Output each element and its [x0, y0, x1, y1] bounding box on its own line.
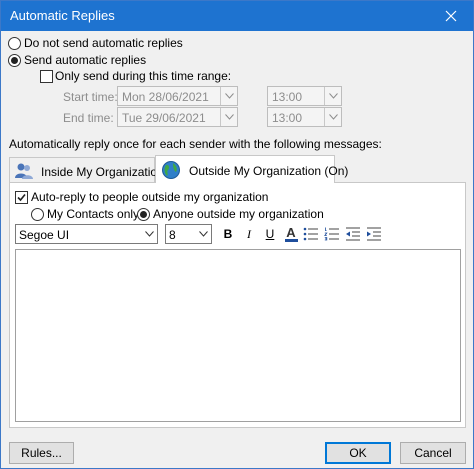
end-date-picker[interactable]: Tue 29/06/2021 [117, 107, 238, 127]
chevron-down-icon [199, 231, 208, 237]
end-time-dropdown-button[interactable] [324, 108, 341, 126]
start-time-dropdown-button[interactable] [324, 87, 341, 105]
ok-button[interactable]: OK [325, 442, 391, 464]
time-range-checkbox[interactable] [40, 70, 53, 83]
chevron-down-icon [145, 231, 154, 237]
decrease-indent-icon [346, 227, 360, 241]
rules-button-label: Rules... [21, 446, 62, 460]
font-color-button[interactable]: A [281, 224, 301, 244]
start-time-label: Start time: [63, 90, 118, 104]
chevron-down-icon [328, 114, 338, 120]
italic-icon: I [247, 226, 251, 241]
font-name-combobox[interactable]: Segoe UI [15, 224, 158, 244]
start-time-picker[interactable]: 13:00 [267, 86, 342, 106]
dialog-title: Automatic Replies [10, 8, 115, 23]
font-size-value: 8 [169, 228, 176, 242]
instructions-text: Automatically reply once for each sender… [9, 137, 382, 151]
close-icon [445, 10, 457, 22]
bullet-list-icon [303, 227, 318, 241]
start-time-value: 13:00 [272, 90, 303, 104]
end-time-picker[interactable]: 13:00 [267, 107, 342, 127]
font-size-combobox[interactable]: 8 [165, 224, 212, 244]
cancel-button-label: Cancel [414, 446, 452, 460]
end-time-value: 13:00 [272, 111, 303, 125]
bullets-button[interactable] [301, 224, 321, 244]
increase-indent-icon [367, 227, 381, 241]
do-not-send-radio[interactable] [8, 37, 21, 50]
auto-reply-outside-label[interactable]: Auto-reply to people outside my organiza… [31, 190, 268, 204]
start-date-picker[interactable]: Mon 28/06/2021 [117, 86, 238, 106]
contacts-only-radio[interactable] [31, 208, 44, 221]
chevron-down-icon [224, 93, 234, 99]
do-not-send-label[interactable]: Do not send automatic replies [24, 36, 183, 50]
end-date-dropdown-button[interactable] [220, 108, 237, 126]
italic-button[interactable]: I [239, 224, 259, 244]
contacts-only-label[interactable]: My Contacts only [47, 207, 139, 221]
font-color-icon: A [286, 225, 296, 240]
tab-outside-organization-label: Outside My Organization (On) [189, 164, 349, 178]
start-date-value: Mon 28/06/2021 [122, 90, 209, 104]
tab-outside-organization[interactable]: Outside My Organization (On) [155, 155, 348, 183]
automatic-replies-dialog: Automatic Replies Do not send automatic … [0, 0, 474, 469]
auto-reply-outside-checkbox[interactable] [15, 191, 28, 204]
reply-message-editor[interactable] [15, 249, 461, 422]
send-replies-radio[interactable] [8, 54, 21, 67]
increase-indent-button[interactable] [364, 224, 384, 244]
anyone-outside-label[interactable]: Anyone outside my organization [153, 207, 324, 221]
chevron-down-icon [224, 114, 234, 120]
numbering-button[interactable] [322, 224, 342, 244]
underline-button[interactable]: U [260, 224, 280, 244]
close-button[interactable] [429, 1, 473, 31]
underline-icon: U [265, 227, 275, 241]
decrease-indent-button[interactable] [343, 224, 363, 244]
font-name-dropdown-button[interactable] [142, 225, 157, 243]
rules-button[interactable]: Rules... [9, 442, 74, 464]
ok-button-label: OK [349, 446, 367, 460]
anyone-outside-radio[interactable] [137, 208, 150, 221]
checkmark-icon [17, 193, 26, 202]
start-date-dropdown-button[interactable] [220, 87, 237, 105]
tab-inside-organization[interactable]: Inside My Organization [9, 157, 164, 183]
time-range-label[interactable]: Only send during this time range: [55, 69, 231, 83]
chevron-down-icon [328, 93, 338, 99]
cancel-button[interactable]: Cancel [400, 442, 466, 464]
font-color-swatch [284, 239, 298, 242]
send-replies-label[interactable]: Send automatic replies [24, 53, 146, 67]
tab-inside-organization-label: Inside My Organization [41, 165, 164, 179]
end-date-value: Tue 29/06/2021 [122, 111, 206, 125]
title-bar: Automatic Replies [1, 1, 473, 31]
bold-button[interactable]: B [218, 224, 238, 244]
font-name-value: Segoe UI [19, 228, 70, 242]
globe-icon [162, 161, 180, 179]
people-icon [15, 163, 33, 179]
font-size-dropdown-button[interactable] [196, 225, 211, 243]
numbered-list-icon [324, 227, 339, 241]
end-time-label: End time: [63, 111, 114, 125]
bold-icon: B [223, 227, 233, 241]
